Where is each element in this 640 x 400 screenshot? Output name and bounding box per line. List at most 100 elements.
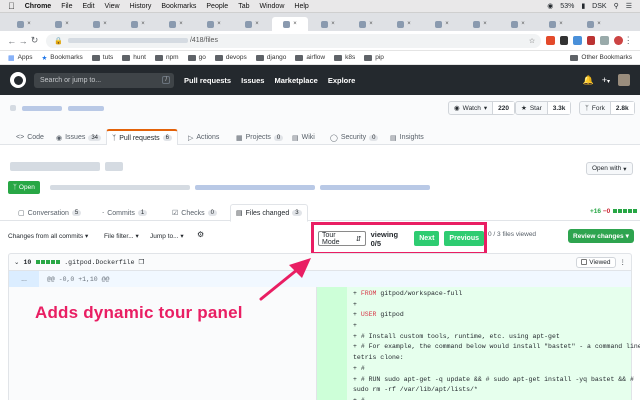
changes-from-dropdown[interactable]: Changes from all commits ▾: [8, 232, 88, 240]
tour-next-button[interactable]: Next: [414, 231, 440, 246]
reload-icon[interactable]: ↻: [29, 35, 40, 46]
browser-tab[interactable]: ×: [348, 17, 384, 31]
back-icon[interactable]: ←: [6, 36, 17, 46]
browser-tab[interactable]: ×: [500, 17, 536, 31]
menu-history[interactable]: History: [130, 3, 152, 10]
close-tab-icon[interactable]: ×: [217, 21, 221, 27]
bookmark-folder[interactable]: npm: [154, 54, 179, 61]
browser-tab[interactable]: ×: [6, 17, 42, 31]
address-bar[interactable]: 🔒 /418/files ☆: [46, 33, 542, 48]
close-tab-icon[interactable]: ×: [293, 21, 297, 27]
browser-tab[interactable]: ×: [386, 17, 422, 31]
close-tab-icon[interactable]: ×: [179, 21, 183, 27]
browser-tab[interactable]: ×: [44, 17, 80, 31]
menu-view[interactable]: View: [105, 3, 120, 10]
menu-chrome[interactable]: Chrome: [25, 3, 51, 10]
nav-pull-requests[interactable]: Pull requests: [184, 76, 231, 85]
file-name[interactable]: .gitpod.Dockerfile: [64, 259, 134, 266]
tab-checks[interactable]: ☑ Checks 0: [172, 205, 217, 221]
close-tab-icon[interactable]: ×: [27, 21, 31, 27]
browser-tab[interactable]: ×: [196, 17, 232, 31]
file-filter-dropdown[interactable]: File filter... ▾: [104, 232, 139, 240]
pr-head-branch[interactable]: [319, 185, 430, 190]
expand-button[interactable]: ...: [9, 271, 39, 287]
forward-icon[interactable]: →: [17, 36, 28, 46]
browser-tab[interactable]: ×: [82, 17, 118, 31]
bookmark-folder[interactable]: django: [255, 54, 286, 61]
review-changes-button[interactable]: Review changes ▾: [568, 229, 634, 243]
jump-to-dropdown[interactable]: Jump to... ▾: [150, 232, 184, 240]
nav-explore[interactable]: Explore: [328, 76, 356, 85]
repo-owner[interactable]: [21, 106, 62, 111]
spotlight-icon[interactable]: ⚲: [614, 2, 619, 10]
star-count[interactable]: 3.3k: [546, 102, 571, 114]
close-tab-icon[interactable]: ×: [407, 21, 411, 27]
bookmark-folder[interactable]: tuts: [91, 54, 113, 61]
browser-tab[interactable]: ×: [158, 17, 194, 31]
gear-icon[interactable]: ⚙: [197, 230, 204, 239]
extension-icon[interactable]: [546, 36, 555, 45]
profile-icon[interactable]: [614, 36, 623, 45]
browser-tab[interactable]: ×: [576, 17, 612, 31]
menu-bookmarks[interactable]: Bookmarks: [161, 3, 196, 10]
tab-files-changed[interactable]: ▤ Files changed 3: [230, 204, 308, 222]
extension-icon[interactable]: [573, 36, 582, 45]
bookmark-folder[interactable]: hunt: [122, 54, 146, 61]
close-tab-icon[interactable]: ×: [255, 21, 259, 27]
close-tab-icon[interactable]: ×: [141, 21, 145, 27]
fork-button[interactable]: ᛉ Fork 2.8k: [579, 101, 635, 115]
tab-pull-requests[interactable]: ᛉ Pull requests 6: [106, 129, 179, 145]
nav-issues[interactable]: Issues: [241, 76, 264, 85]
tab-wiki[interactable]: ▤ Wiki: [292, 130, 315, 145]
close-tab-icon[interactable]: ×: [369, 21, 373, 27]
open-with-button[interactable]: Open with ▾: [586, 162, 633, 175]
bookmark-folder[interactable]: go: [187, 54, 206, 61]
close-tab-icon[interactable]: ×: [65, 21, 69, 27]
menu-edit[interactable]: Edit: [82, 3, 94, 10]
bell-icon[interactable]: 🔔: [583, 75, 594, 86]
extension-icon[interactable]: [586, 36, 596, 45]
close-tab-icon[interactable]: ×: [483, 21, 487, 27]
user-name[interactable]: DSK: [592, 3, 606, 10]
tab-code[interactable]: <> Code: [16, 130, 44, 145]
tab-issues[interactable]: ◉ Issues 34: [56, 130, 102, 145]
close-tab-icon[interactable]: ×: [445, 21, 449, 27]
bookmark-bookmarks[interactable]: ★ Bookmarks: [41, 54, 82, 62]
browser-tab[interactable]: ×: [120, 17, 156, 31]
github-logo-icon[interactable]: [10, 72, 26, 88]
tab-commits[interactable]: ⋅ Commits 1: [102, 205, 148, 221]
close-tab-icon[interactable]: ×: [103, 21, 107, 27]
menu-window[interactable]: Window: [259, 3, 284, 10]
kebab-menu-icon[interactable]: ⋮: [620, 258, 627, 266]
tour-mode-select[interactable]: Tour Mode ⇵: [318, 231, 366, 246]
battery-icon[interactable]: ▮: [581, 2, 585, 10]
extension-icon[interactable]: [600, 36, 610, 45]
browser-tab[interactable]: ×: [424, 17, 460, 31]
bookmark-folder[interactable]: pip: [364, 54, 384, 61]
tour-previous-button[interactable]: Previous: [444, 231, 484, 246]
pr-base-branch[interactable]: [194, 185, 315, 190]
tab-insights[interactable]: ▤ Insights: [390, 130, 424, 145]
avatar[interactable]: [618, 74, 630, 86]
browser-tab[interactable]: ×: [310, 17, 346, 31]
browser-tab[interactable]: ×: [462, 17, 498, 31]
notification-icon[interactable]: ☰: [626, 2, 632, 10]
bookmark-folder[interactable]: devops: [214, 54, 247, 61]
watch-count[interactable]: 220: [492, 102, 514, 114]
bookmark-star-icon[interactable]: ☆: [529, 37, 535, 45]
tab-security[interactable]: ◯ Security 0: [330, 130, 379, 145]
extension-icon[interactable]: [559, 36, 569, 45]
wifi-icon[interactable]: ◉: [547, 2, 553, 10]
close-tab-icon[interactable]: ×: [331, 21, 335, 27]
close-tab-icon[interactable]: ×: [597, 21, 601, 27]
menu-people[interactable]: People: [206, 3, 228, 10]
menu-tab[interactable]: Tab: [238, 3, 249, 10]
copy-icon[interactable]: ❐: [138, 258, 144, 266]
collapse-chevron-icon[interactable]: ⌄: [14, 258, 19, 266]
viewed-checkbox[interactable]: Viewed: [576, 256, 616, 268]
github-search-input[interactable]: Search or jump to... /: [34, 72, 174, 88]
browser-tab[interactable]: ×: [272, 17, 308, 31]
browser-tab[interactable]: ×: [538, 17, 574, 31]
close-tab-icon[interactable]: ×: [521, 21, 525, 27]
menu-help[interactable]: Help: [294, 3, 308, 10]
